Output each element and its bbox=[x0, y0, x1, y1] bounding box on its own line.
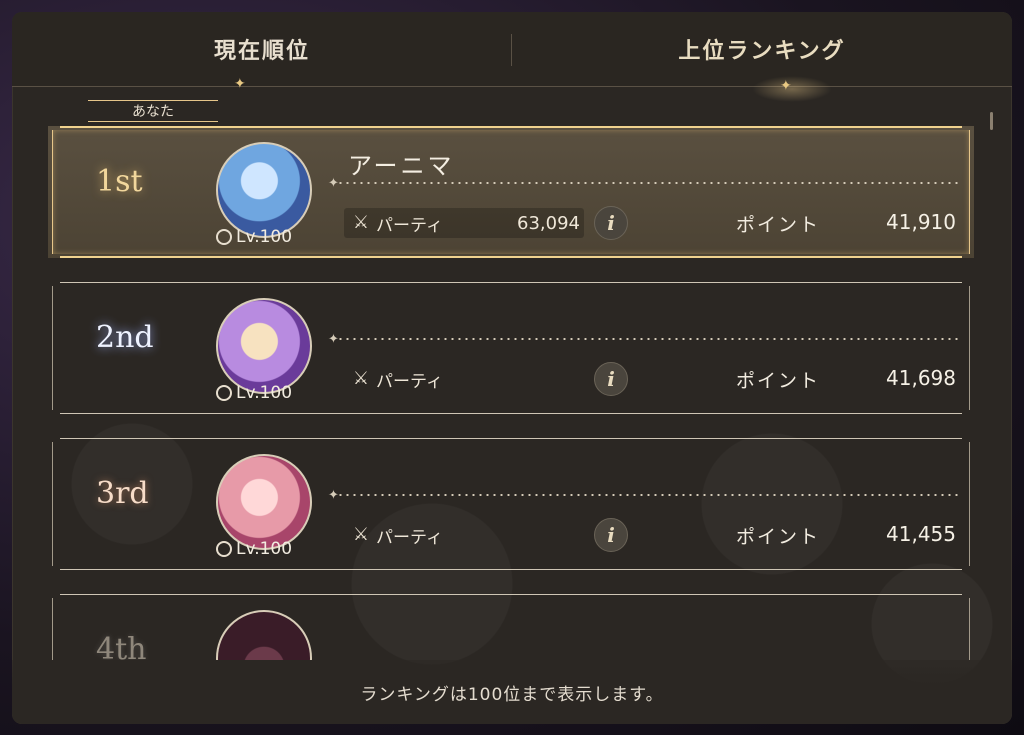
ranking-panel: 現在順位 上位ランキング ✦ ✦ 1st Lv.100 アーニマ ✦ ⚔ パーテ… bbox=[12, 12, 1012, 724]
tab-top-ranking[interactable]: 上位ランキング bbox=[512, 12, 1012, 86]
player-level: Lv.100 bbox=[216, 382, 312, 404]
level-icon bbox=[216, 229, 232, 245]
divider bbox=[60, 594, 962, 595]
dotted-divider bbox=[330, 494, 960, 496]
ranking-row[interactable]: 2nd Lv.100 ✦ ⚔ パーティ i ポイント 41,698 bbox=[48, 282, 974, 414]
party-label: パーティ bbox=[376, 527, 443, 548]
tab-bar: 現在順位 上位ランキング ✦ ✦ bbox=[12, 12, 1012, 102]
level-text: Lv.100 bbox=[236, 383, 293, 403]
divider bbox=[88, 100, 218, 101]
point-label: ポイント bbox=[736, 370, 821, 392]
rank-label: 3rd bbox=[96, 476, 149, 511]
divider bbox=[60, 438, 962, 439]
crossed-swords-icon: ⚔ bbox=[352, 368, 370, 389]
point-value: 41,698 bbox=[886, 366, 956, 390]
divider bbox=[60, 282, 962, 283]
rank-label: 2nd bbox=[96, 320, 154, 355]
avatar[interactable] bbox=[216, 454, 312, 550]
rank-label: 4th bbox=[96, 632, 147, 660]
ranking-list[interactable]: 1st Lv.100 アーニマ ✦ ⚔ パーティ 63,094 i ポイント 4… bbox=[48, 100, 978, 660]
avatar[interactable] bbox=[216, 298, 312, 394]
sparkle-icon: ✦ bbox=[780, 78, 792, 94]
point-label: ポイント bbox=[736, 214, 821, 236]
point-value: 41,455 bbox=[886, 522, 956, 546]
divider bbox=[60, 256, 962, 258]
party-label: パーティ bbox=[376, 215, 443, 236]
divider bbox=[60, 126, 962, 128]
party-power: ⚔ パーティ bbox=[344, 364, 584, 394]
crossed-swords-icon: ⚔ bbox=[352, 212, 370, 233]
party-power: ⚔ パーティ bbox=[344, 520, 584, 550]
divider bbox=[60, 413, 962, 414]
player-level: Lv.100 bbox=[216, 226, 312, 248]
level-text: Lv.100 bbox=[236, 539, 293, 559]
footer-note: ランキングは100位まで表示します。 bbox=[12, 660, 1012, 724]
crossed-swords-icon: ⚔ bbox=[352, 524, 370, 545]
divider bbox=[88, 121, 218, 122]
ranking-row[interactable]: 4th bbox=[48, 594, 974, 660]
party-label: パーティ bbox=[376, 371, 443, 392]
point-label: ポイント bbox=[736, 526, 821, 548]
rank-label: 1st bbox=[96, 164, 143, 199]
tab-active-glow bbox=[752, 76, 832, 102]
divider bbox=[60, 569, 962, 570]
scrollbar[interactable] bbox=[990, 112, 993, 130]
player-level: Lv.100 bbox=[216, 538, 312, 560]
player-name: アーニマ bbox=[348, 152, 455, 180]
level-text: Lv.100 bbox=[236, 227, 293, 247]
info-button[interactable]: i bbox=[594, 362, 628, 396]
ranking-row[interactable]: 3rd Lv.100 ✦ ⚔ パーティ i ポイント 41,455 bbox=[48, 438, 974, 570]
dotted-divider bbox=[330, 182, 960, 184]
point-value: 41,910 bbox=[886, 210, 956, 234]
party-power: ⚔ パーティ 63,094 bbox=[344, 208, 584, 238]
ranking-row-you[interactable]: 1st Lv.100 アーニマ ✦ ⚔ パーティ 63,094 i ポイント 4… bbox=[48, 126, 974, 258]
you-tag: あなた bbox=[88, 100, 218, 122]
level-icon bbox=[216, 385, 232, 401]
info-button[interactable]: i bbox=[594, 206, 628, 240]
info-button[interactable]: i bbox=[594, 518, 628, 552]
you-tag-label: あなた bbox=[132, 104, 174, 120]
tab-current-rank[interactable]: 現在順位 bbox=[12, 12, 512, 86]
sparkle-icon: ✦ bbox=[234, 76, 246, 92]
party-value: 63,094 bbox=[517, 212, 580, 234]
dotted-divider bbox=[330, 338, 960, 340]
level-icon bbox=[216, 541, 232, 557]
avatar[interactable] bbox=[216, 142, 312, 238]
